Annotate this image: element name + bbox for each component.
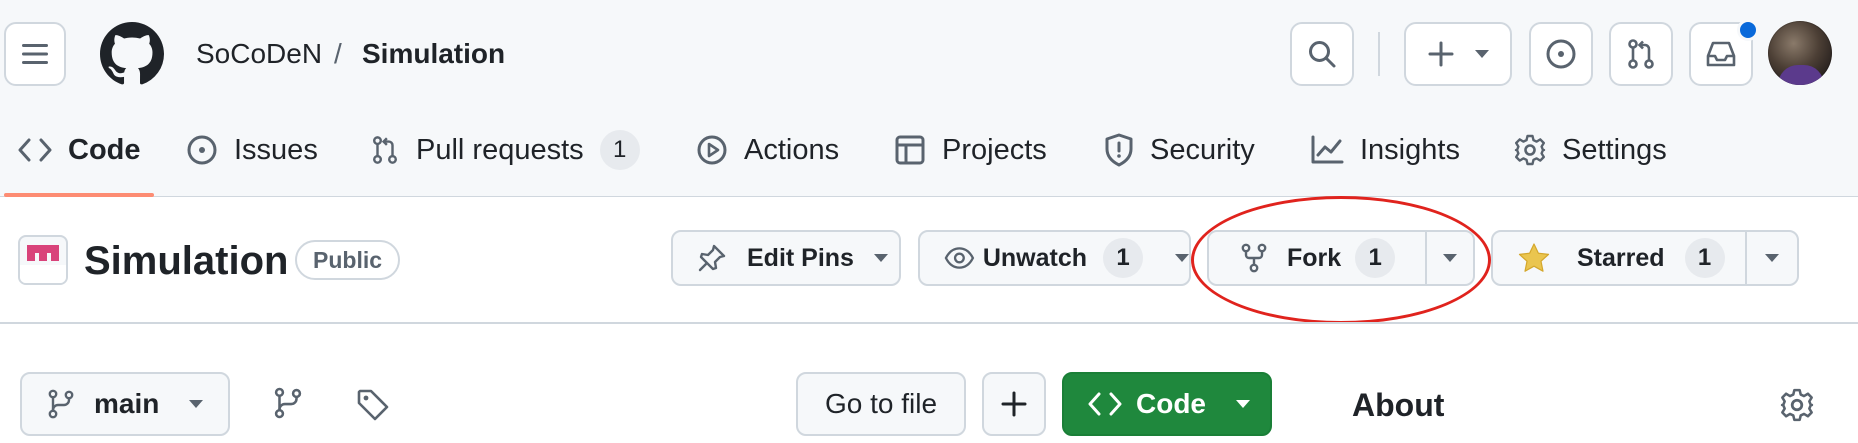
avatar-shade <box>1778 65 1824 85</box>
avatar[interactable] <box>1768 21 1832 85</box>
notification-dot <box>1737 19 1759 41</box>
chevron-down-icon <box>189 400 204 408</box>
git-branch-icon <box>274 387 302 419</box>
add-file-button[interactable] <box>982 372 1046 436</box>
search-icon <box>1309 41 1336 68</box>
pull-requests-count: 1 <box>599 130 640 170</box>
tab-label: Projects <box>942 133 1047 166</box>
tab-issues[interactable]: Issues <box>186 128 318 172</box>
repo-title[interactable]: Simulation <box>84 236 288 286</box>
tab-code[interactable]: Code <box>18 128 141 172</box>
repo-identicon-icon <box>20 245 66 283</box>
search-button[interactable] <box>1290 22 1354 86</box>
header-divider <box>1378 32 1380 76</box>
tab-label: Actions <box>744 133 840 166</box>
chevron-down-icon <box>1236 400 1250 408</box>
star-button-group: Starred 1 <box>1491 230 1799 286</box>
chevron-down-icon <box>873 254 888 262</box>
code-icon <box>18 138 52 162</box>
git-pull-request-icon <box>1628 39 1654 69</box>
go-to-file-label: Go to file <box>824 388 938 419</box>
chevron-down-icon <box>1475 50 1489 58</box>
plus-icon <box>1001 391 1027 417</box>
edit-pins-button[interactable]: Edit Pins <box>671 230 901 286</box>
issues-button[interactable] <box>1529 22 1593 86</box>
go-to-file-button[interactable]: Go to file <box>796 372 966 436</box>
edit-pins-label: Edit Pins <box>747 243 854 272</box>
tab-actions[interactable]: Actions <box>696 128 839 172</box>
tags-link[interactable] <box>356 388 390 422</box>
branches-link[interactable] <box>274 386 306 422</box>
starred-label: Starred <box>1577 243 1665 272</box>
gear-icon <box>1514 134 1546 166</box>
git-branch-icon <box>48 389 74 419</box>
code-button-label: Code <box>1136 388 1206 419</box>
shield-icon <box>1105 133 1133 167</box>
hamburger-icon <box>22 44 48 64</box>
pull-requests-button[interactable] <box>1609 22 1673 86</box>
selected-tab-underline <box>4 193 154 197</box>
repo-header-divider <box>0 322 1858 324</box>
tab-pull-requests[interactable]: Pull requests 1 <box>370 128 640 172</box>
tab-label: Pull requests <box>416 133 584 166</box>
tab-projects[interactable]: Projects <box>894 128 1047 172</box>
chevron-down-icon <box>1175 254 1189 262</box>
stars-count: 1 <box>1684 238 1725 278</box>
annotation-circle <box>1191 196 1491 324</box>
breadcrumb-separator: / <box>334 38 342 69</box>
graph-icon <box>1311 135 1344 164</box>
about-heading: About <box>1352 387 1445 423</box>
play-icon <box>697 135 727 165</box>
issue-opened-icon <box>1546 39 1576 69</box>
inbox-icon <box>1706 41 1736 67</box>
about-settings-button[interactable] <box>1780 388 1820 428</box>
star-list-dropdown-button[interactable] <box>1747 232 1797 284</box>
tab-label: Issues <box>234 133 318 166</box>
code-button[interactable]: Code <box>1062 372 1272 436</box>
tab-label: Insights <box>1360 133 1460 166</box>
breadcrumb-repo[interactable]: Simulation <box>362 34 505 74</box>
tag-icon <box>357 389 389 421</box>
star-fill-icon <box>1518 243 1550 272</box>
tab-settings[interactable]: Settings <box>1514 128 1667 172</box>
visibility-badge: Public <box>295 240 401 280</box>
tab-label: Settings <box>1562 133 1667 166</box>
tab-label: Security <box>1150 133 1255 166</box>
branch-label: main <box>94 388 160 419</box>
starred-button[interactable]: Starred 1 <box>1493 232 1725 284</box>
menu-button[interactable] <box>4 22 66 86</box>
chevron-down-icon <box>1765 254 1779 262</box>
create-new-button[interactable] <box>1404 22 1512 86</box>
tab-insights[interactable]: Insights <box>1310 128 1460 172</box>
eye-icon <box>944 247 975 269</box>
watchers-count: 1 <box>1103 238 1143 278</box>
tab-label: Code <box>68 133 141 166</box>
plus-icon <box>1428 41 1454 67</box>
breadcrumb-owner[interactable]: SoCoDeN <box>196 34 322 74</box>
repo-avatar[interactable] <box>18 235 68 285</box>
issue-opened-icon <box>187 135 217 165</box>
branch-select-button[interactable]: main <box>20 372 230 436</box>
github-mark-icon <box>100 22 164 85</box>
gear-icon <box>1780 388 1814 422</box>
code-icon <box>1088 392 1122 416</box>
table-icon <box>895 135 925 165</box>
unwatch-label: Unwatch <box>982 243 1087 272</box>
github-logo[interactable] <box>100 22 164 86</box>
tab-security[interactable]: Security <box>1104 128 1255 172</box>
pin-icon <box>698 244 726 272</box>
git-pull-request-icon <box>373 136 397 164</box>
unwatch-button[interactable]: Unwatch 1 <box>918 230 1191 286</box>
